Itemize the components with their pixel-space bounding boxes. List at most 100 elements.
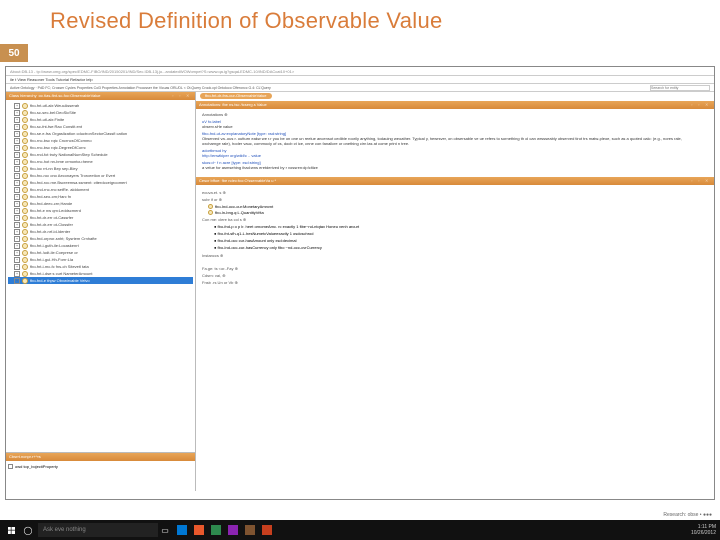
- class-icon: [22, 103, 28, 109]
- windows-taskbar[interactable]: ◯ Ask eve nothing ▭ 1:11 PM10/26/2012: [0, 520, 720, 540]
- tree-item[interactable]: +fbo-sc-fnt-fse:Rao Constit.ent: [8, 123, 193, 130]
- iri-link[interactable]: http://enwikiper org/wikf/c .. value: [202, 153, 261, 158]
- start-button[interactable]: [4, 523, 18, 537]
- tree-item[interactable]: +fbo-fnt-e nw qm:Leddscmerd: [8, 207, 193, 214]
- expand-icon[interactable]: +: [14, 208, 20, 214]
- class-icon: [22, 250, 28, 256]
- taskbar-app-icon[interactable]: [243, 523, 257, 537]
- entity-pill[interactable]: fbo-fnt-dr-fns-cur-ObservahleValue: [200, 93, 272, 99]
- expand-icon[interactable]: +: [14, 180, 20, 186]
- class-icon: [22, 201, 28, 207]
- expand-icon[interactable]: +: [14, 124, 20, 130]
- research-footer: Research: obse • ●●●: [663, 512, 712, 518]
- annotations-header: Annotations: fbe ns.tsc /tcserg.s Value …: [196, 101, 714, 109]
- expand-icon[interactable]: +: [14, 117, 20, 123]
- tree-item[interactable]: +fbo-fnt-i-guth-ile:Locaskenrt: [8, 242, 193, 249]
- tree-item[interactable]: +fbo-sc-sec-bel:DeoSicSite: [8, 109, 193, 116]
- tree-item[interactable]: +fbo-fnd-orpror-snht; Sysrtem Crnhafte: [8, 235, 193, 242]
- expand-icon[interactable]: +: [14, 138, 20, 144]
- cortana-icon[interactable]: ◯: [21, 523, 35, 537]
- expand-icon[interactable]: +: [14, 159, 20, 165]
- tree-item[interactable]: +fbo-fnt-i-mc-fc fns-ch Sitevetl tata: [8, 263, 193, 270]
- class-icon: [22, 110, 28, 116]
- expand-icon[interactable]: +: [14, 201, 20, 207]
- class-icon: [22, 166, 28, 172]
- expand-icon[interactable]: +: [14, 103, 20, 109]
- taskbar-app-icon[interactable]: [175, 523, 189, 537]
- expand-icon[interactable]: +: [14, 271, 20, 277]
- class-icon: [22, 138, 28, 144]
- tree-item[interactable]: +fbo-fnd-roc.rne.Bscreemsa.ssment: ctter…: [8, 179, 193, 186]
- class-icon: [22, 173, 28, 179]
- expand-icon[interactable]: +: [14, 194, 20, 200]
- checkbox[interactable]: [8, 464, 13, 469]
- class-icon: [22, 159, 28, 165]
- slide-title: Revised Definition of Observable Value: [50, 8, 443, 34]
- class-icon: [22, 222, 28, 228]
- tree-item[interactable]: +fbo-rnc-bsc rqtc.DegreeDfCorrc: [8, 144, 193, 151]
- tree-item[interactable]: +fbo-se.e-fss Orgaslization cductronSect…: [8, 130, 193, 137]
- expand-icon[interactable]: +: [14, 187, 20, 193]
- tree-item[interactable]: +fbo-fnt-utl-alx:WeucAsserah: [8, 102, 193, 109]
- class-icon: [22, 194, 28, 200]
- taskbar-app-icon[interactable]: [260, 523, 274, 537]
- taskbar-search[interactable]: Ask eve nothing: [38, 523, 158, 537]
- description-body: ecuva.et. s ⊕ subr if or ⊕ fbo-Ind-occ-c…: [196, 185, 714, 262]
- tree-item[interactable]: +fbo-fnt-utl-alx:Finite: [8, 116, 193, 123]
- expand-icon[interactable]: +: [14, 131, 20, 137]
- tree-item[interactable]: +fbo-fnt-i-dse:s curt NameterAmount: [8, 270, 193, 277]
- tree-item[interactable]: +fbo-rnd-rnc-rnc:setRe. alddoment: [8, 186, 193, 193]
- tree-item[interactable]: +fbo-fnd-deec-crn;Hande: [8, 200, 193, 207]
- class-icon: [22, 152, 28, 158]
- tree-item[interactable]: +fbo-fnt-dr-err ot-Cassrfer: [8, 214, 193, 221]
- expand-icon[interactable]: +: [14, 264, 20, 270]
- target-body: Fa.ge: ts <or.-Fay ⊕ Cdsrn: vai, ⊕ Fnsb …: [196, 262, 714, 290]
- expand-icon[interactable]: +: [14, 152, 20, 158]
- system-tray[interactable]: 1:11 PM10/26/2012: [691, 524, 716, 536]
- taskbar-app-icon[interactable]: [226, 523, 240, 537]
- class-tree[interactable]: +fbo-fnt-utl-alx:WeucAsserah+fbo-sc-sec-…: [6, 100, 195, 452]
- class-icon: [22, 264, 28, 270]
- active-ontology-bar: Active Ontology · PdD FC; Crosser Cycles…: [6, 84, 714, 92]
- expand-icon[interactable]: +: [14, 250, 20, 256]
- taskbar-app-icon[interactable]: [192, 523, 206, 537]
- tree-item[interactable]: +fbo-rnc-bsc rqtc CncrncsOfCcmmo: [8, 137, 193, 144]
- tree-item[interactable]: +fbo-fnt-dr-err ot-Clossfer: [8, 221, 193, 228]
- annotations-body: Annotations ⊕ uV fo.label observ.sHe val…: [196, 109, 714, 175]
- menu-bar[interactable]: ile t View Reasoner Tools Tutorial Refac…: [6, 76, 714, 84]
- expand-icon[interactable]: +: [14, 173, 20, 179]
- class-hierarchy-header: Class hierarchy :oc.tias-fint-sc-foc:Obs…: [6, 92, 195, 100]
- expand-icon[interactable]: +: [14, 166, 20, 172]
- right-pane: fbo-fnt-dr-fns-cur-ObservahleValue Annot…: [196, 92, 714, 491]
- expand-icon[interactable]: +: [14, 222, 20, 228]
- expand-icon[interactable]: +: [14, 110, 20, 116]
- expand-icon[interactable]: +: [14, 278, 20, 284]
- expand-icon[interactable]: +: [14, 145, 20, 151]
- slide-number-badge: 50: [0, 44, 28, 62]
- expand-icon[interactable]: +: [14, 243, 20, 249]
- tree-item[interactable]: +fbo-fnt-!udt-ile:Coeprese or: [8, 249, 193, 256]
- tree-item[interactable]: +fbo-fnd-e thpw Obxwirvable Velvo: [8, 277, 193, 284]
- search-input[interactable]: [650, 85, 710, 91]
- task-view-icon[interactable]: ▭: [158, 523, 172, 537]
- expand-icon[interactable]: +: [14, 229, 20, 235]
- tree-item[interactable]: +fbo-fnd-seo-crn;Harc fn: [8, 193, 193, 200]
- class-icon: [22, 187, 28, 193]
- expand-icon[interactable]: +: [14, 215, 20, 221]
- taskbar-app-icon[interactable]: [209, 523, 223, 537]
- tree-item[interactable]: +fbo-fnc-roc ono Aeconayers Trorceetion …: [8, 172, 193, 179]
- tree-item[interactable]: +fbo-ioc rrt-nn Bep sep-Bley: [8, 165, 193, 172]
- browser-url-bar[interactable]: About:DB-13 - tp://www.omg.org/spec/EDMC…: [6, 67, 714, 76]
- left-pane: Class hierarchy :oc.tias-fint-sc-foc:Obs…: [6, 92, 196, 491]
- class-icon: [22, 229, 28, 235]
- tree-item[interactable]: +fbo-fnt-dr-nrf-id-ldenter: [8, 228, 193, 235]
- expand-icon[interactable]: +: [14, 236, 20, 242]
- expand-icon[interactable]: +: [14, 257, 20, 263]
- tree-item[interactable]: +fbo-fnt-i-gul-Hh-Forrr:Lla: [8, 256, 193, 263]
- class-icon: [22, 117, 28, 123]
- tree-item[interactable]: +fbo-rnc-hot nn-bme crmontcu:heme: [8, 158, 193, 165]
- class-icon: [22, 145, 28, 151]
- protege-window: About:DB-13 - tp://www.omg.org/spec/EDMC…: [5, 66, 715, 500]
- class-icon: [22, 124, 28, 130]
- tree-item[interactable]: +fbo-rnd-fot truty NationalNumStep Sched…: [8, 151, 193, 158]
